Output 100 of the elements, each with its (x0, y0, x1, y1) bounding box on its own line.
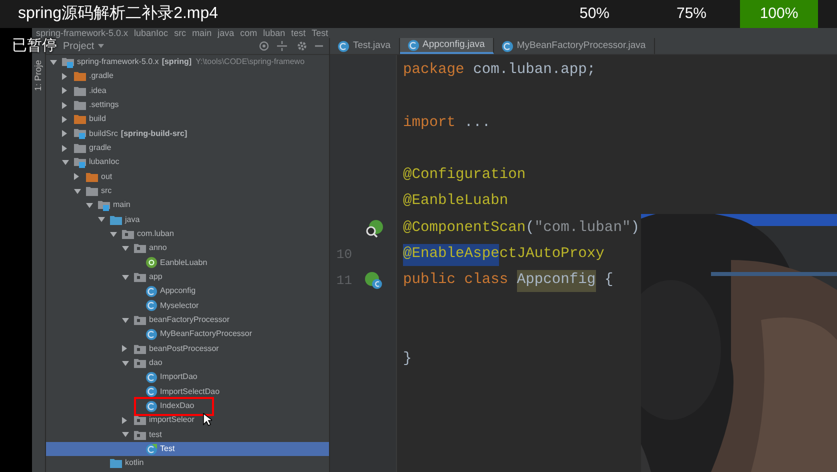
collapsed-arrow-icon[interactable] (62, 72, 67, 80)
tree-item[interactable]: .gradle (89, 70, 114, 82)
tree-item[interactable]: dao (149, 357, 162, 370)
folder-icon (86, 186, 98, 196)
bean-search-icon[interactable] (364, 220, 384, 238)
collapsed-arrow-icon[interactable] (74, 173, 79, 180)
tree-item[interactable]: anno (149, 242, 167, 254)
tree-item[interactable]: importSeleor (149, 414, 194, 426)
settings-icon[interactable] (297, 41, 307, 51)
expanded-arrow-icon[interactable] (50, 60, 57, 65)
expanded-arrow-icon[interactable] (122, 274, 129, 280)
class-icon (146, 386, 157, 398)
tree-item[interactable]: Test (160, 443, 175, 456)
tree-item[interactable]: Appconfig (160, 285, 196, 298)
tree-item[interactable]: app (149, 271, 162, 284)
tree-item[interactable]: out (101, 170, 112, 183)
tree-item[interactable]: com.luban (137, 228, 174, 240)
breadcrumb[interactable]: main (192, 28, 212, 38)
collapse-icon[interactable] (277, 41, 287, 51)
collapsed-arrow-icon[interactable] (62, 116, 67, 123)
tree-item[interactable]: test (149, 428, 162, 441)
folder-icon (74, 86, 86, 96)
breadcrumb[interactable]: src (174, 28, 186, 38)
tree-item[interactable]: IndexDao (160, 400, 194, 412)
folder-icon (74, 143, 86, 154)
package-icon (122, 229, 134, 240)
module-path: Y:\tools\CODE\spring-framewo (196, 56, 305, 68)
tree-item[interactable]: .idea (89, 84, 106, 97)
tree-item[interactable]: gradle (89, 142, 112, 154)
expanded-arrow-icon[interactable] (122, 360, 129, 366)
tree-item[interactable]: ImportSelectDao (160, 386, 220, 398)
tree-item[interactable]: ImportDao (160, 371, 198, 384)
breadcrumb[interactable]: spring-framework-5.0.x (36, 28, 128, 38)
tree-item[interactable]: kotlin (125, 457, 144, 470)
tree-item[interactable]: MyBeanFactoryProcessor (160, 328, 252, 340)
class-icon (146, 400, 157, 412)
tree-item[interactable]: Myselector (160, 300, 199, 312)
tree-item[interactable]: spring-framework-5.0.x (77, 56, 159, 68)
collapsed-arrow-icon[interactable] (62, 130, 67, 138)
tree-item[interactable]: java (125, 214, 140, 226)
class-icon (338, 40, 349, 52)
editor-tab[interactable]: Test.java (330, 38, 400, 54)
video-title: spring源码解析二补录2.mp4 (18, 4, 218, 24)
expanded-arrow-icon[interactable] (86, 202, 93, 208)
class-icon (146, 328, 157, 340)
package-icon (134, 243, 146, 254)
tree-item[interactable]: main (113, 199, 130, 212)
package-icon (134, 358, 146, 368)
collapsed-arrow-icon[interactable] (62, 102, 67, 109)
tree-item[interactable]: EanbleLuabn (160, 256, 208, 269)
tree-item[interactable]: src (101, 185, 112, 198)
bean-class-icon[interactable] (364, 272, 384, 290)
class-icon (502, 40, 513, 52)
breadcrumb[interactable]: lubanIoc (134, 28, 168, 38)
tree-item[interactable]: lubanIoc (89, 156, 120, 168)
speed-option[interactable]: 100% (740, 0, 818, 28)
breadcrumb[interactable]: test (291, 28, 306, 38)
panel-title[interactable]: Project (63, 38, 94, 54)
breadcrumb[interactable]: Test (312, 28, 328, 38)
class-icon (146, 286, 157, 297)
breadcrumb[interactable]: java (218, 28, 234, 38)
tree-item[interactable]: build (89, 113, 106, 126)
folder-icon (110, 214, 122, 225)
editor-tab[interactable]: Appconfig.java (400, 38, 494, 54)
speed-option[interactable]: 75% (643, 0, 740, 28)
expanded-arrow-icon[interactable] (122, 318, 129, 323)
package-icon (134, 415, 146, 426)
paused-label: 已暂停 (12, 37, 57, 54)
dropdown-icon[interactable] (98, 44, 104, 48)
project-side-tab[interactable]: 1: Proje (32, 60, 46, 92)
breadcrumb[interactable]: com (240, 28, 258, 38)
expanded-arrow-icon[interactable] (98, 217, 105, 222)
class-icon (146, 300, 157, 312)
expanded-arrow-icon[interactable] (122, 432, 129, 438)
breadcrumb[interactable]: luban (263, 28, 286, 38)
package-icon (134, 272, 146, 282)
tree-item[interactable]: beanPostProcessor (149, 342, 219, 355)
module-folder-icon (98, 200, 110, 211)
tree-item[interactable]: .settings (89, 99, 119, 112)
expanded-arrow-icon[interactable] (110, 232, 117, 237)
tree-item[interactable]: buildSrc (89, 128, 118, 140)
code-line: } (403, 350, 413, 369)
code-line: @EanbleLuabn (403, 192, 510, 212)
expanded-arrow-icon[interactable] (122, 246, 129, 251)
target-icon[interactable] (259, 41, 269, 51)
expanded-arrow-icon[interactable] (74, 188, 81, 194)
expanded-arrow-icon[interactable] (62, 160, 69, 165)
speed-option[interactable]: 50% (546, 0, 643, 28)
class-icon (146, 372, 157, 383)
cursor-icon (203, 413, 212, 426)
test-class-icon (146, 444, 157, 455)
collapsed-arrow-icon[interactable] (62, 87, 67, 94)
collapsed-arrow-icon[interactable] (122, 345, 127, 352)
editor-tab[interactable]: MyBeanFactoryProcessor.java (494, 38, 655, 54)
tree-item[interactable]: beanFactoryProcessor (149, 314, 230, 326)
tree-row[interactable]: Test (46, 442, 329, 456)
collapsed-arrow-icon[interactable] (62, 144, 67, 152)
module-folder-icon (74, 156, 86, 168)
folder-icon (86, 172, 98, 182)
collapsed-arrow-icon[interactable] (122, 416, 127, 424)
